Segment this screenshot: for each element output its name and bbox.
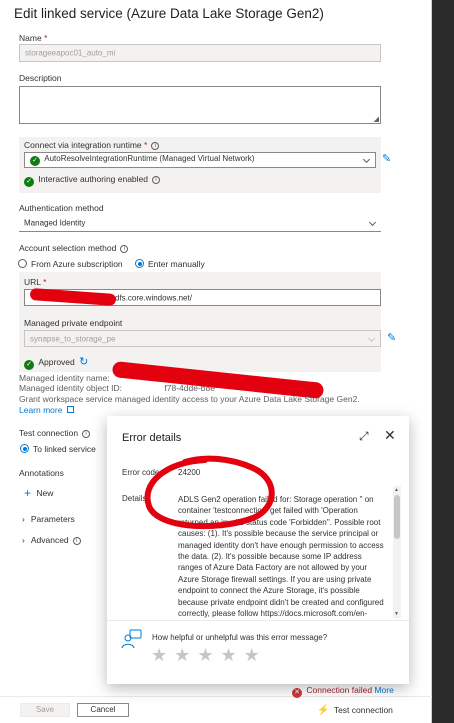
error-details-dialog: Error details ⤢ ✕ Error code 24200 Detai… (107, 416, 409, 684)
auth-value: Managed Identity (24, 218, 86, 228)
plus-icon: + (24, 486, 32, 500)
parameters-section-toggle[interactable]: › Parameters (22, 514, 75, 524)
radio-to-linked-service[interactable]: To linked service (20, 444, 96, 454)
account-selection-label: Account selection method i (19, 243, 129, 253)
radio-button-selected[interactable] (135, 259, 144, 268)
info-icon[interactable]: i (152, 176, 161, 184)
description-label: Description (19, 73, 62, 83)
interactive-authoring-status: ✓ Interactive authoring enabled i (24, 174, 161, 187)
red-annotation-circle (144, 455, 275, 530)
star-rating: ★ ★ ★ ★ ★ (151, 645, 261, 666)
private-endpoint-value: synapse_to_storage_pe (30, 334, 116, 343)
private-endpoint-dropdown[interactable]: synapse_to_storage_pe (24, 330, 381, 347)
error-circle-icon: ✕ (292, 688, 302, 698)
runtime-label: Connect via integration runtime * i (24, 140, 160, 150)
window: Edit linked service (Azure Data Lake Sto… (0, 0, 454, 723)
test-connection-label: Test connection i (19, 428, 91, 438)
radio-button-selected[interactable] (20, 444, 29, 453)
info-icon[interactable]: i (82, 430, 91, 438)
radio-from-subscription[interactable]: From Azure subscription (18, 259, 123, 269)
cancel-button[interactable]: Cancel (77, 703, 129, 717)
radio-enter-manually[interactable]: Enter manually (135, 259, 205, 269)
plug-icon: ⚡ (317, 705, 330, 716)
info-icon[interactable]: i (120, 245, 129, 253)
name-field[interactable]: storageeapoc01_auto_mi (19, 44, 381, 62)
check-circle-icon: ✓ (24, 177, 34, 187)
connection-status: ✕ Connection failed More (292, 685, 394, 698)
scroll-up-icon[interactable]: ▲ (394, 487, 399, 493)
runtime-dropdown[interactable]: ✓ AutoResolveIntegrationRuntime (Managed… (24, 152, 376, 168)
learn-more-link[interactable]: Learn more (19, 405, 74, 415)
panel-title: Edit linked service (Azure Data Lake Sto… (14, 6, 324, 21)
expand-icon[interactable]: ⤢ (359, 429, 369, 444)
description-textarea[interactable]: ◢ (19, 86, 381, 124)
external-link-icon (66, 406, 74, 413)
chevron-down-icon (368, 218, 377, 227)
auth-dropdown[interactable]: Managed Identity (19, 215, 381, 232)
managed-identity-name: Managed identity name: (19, 373, 110, 383)
resize-grip-icon[interactable]: ◢ (374, 115, 379, 123)
more-link[interactable]: More (374, 685, 393, 695)
endpoint-approved-status: ✓ Approved ↻ (24, 355, 88, 370)
radio-button[interactable] (18, 259, 27, 268)
new-annotation-button[interactable]: + New (24, 486, 53, 500)
star-rating-2-icon[interactable]: ★ (174, 645, 191, 666)
star-rating-5-icon[interactable]: ★ (244, 645, 261, 666)
star-rating-1-icon[interactable]: ★ (151, 645, 168, 666)
star-rating-4-icon[interactable]: ★ (220, 645, 237, 666)
test-connection-button[interactable]: ⚡ Test connection (317, 705, 393, 716)
url-value: dfs.core.windows.net/ (115, 293, 192, 302)
chevron-right-icon: › (22, 535, 25, 545)
feedback-question: How helpful or unhelpful was this error … (152, 633, 328, 642)
advanced-section-toggle[interactable]: › Advanced i (22, 535, 81, 545)
runtime-value: AutoResolveIntegrationRuntime (Managed V… (44, 154, 255, 163)
info-icon[interactable]: i (72, 537, 81, 545)
background-strip (432, 0, 454, 723)
dialog-divider (107, 620, 409, 621)
auth-label: Authentication method (19, 203, 104, 213)
star-rating-3-icon[interactable]: ★ (197, 645, 214, 666)
info-icon[interactable]: i (151, 142, 160, 150)
refresh-icon[interactable]: ↻ (79, 356, 88, 368)
scroll-thumb[interactable] (394, 495, 400, 539)
annotations-label: Annotations (19, 468, 64, 478)
close-icon[interactable]: ✕ (384, 427, 396, 444)
scroll-down-icon[interactable]: ▼ (394, 611, 399, 617)
url-label: URL * (24, 277, 47, 287)
private-endpoint-label: Managed private endpoint (24, 318, 123, 328)
chevron-down-icon (362, 155, 371, 164)
check-circle-icon: ✓ (24, 360, 34, 370)
feedback-person-icon (121, 629, 142, 649)
chevron-right-icon: › (22, 514, 25, 524)
edit-endpoint-pencil-icon[interactable]: ✎ (387, 331, 396, 344)
dialog-title: Error details (122, 432, 182, 444)
save-button[interactable]: Save (20, 703, 70, 717)
check-circle-icon: ✓ (30, 156, 40, 166)
name-label: Name * (19, 33, 48, 43)
dialog-scrollbar[interactable]: ▲ ▼ (393, 486, 401, 618)
name-value: storageeapoc01_auto_mi (25, 48, 116, 58)
chevron-down-icon (367, 334, 376, 342)
grant-access-text: Grant workspace service managed identity… (19, 394, 360, 404)
edit-runtime-pencil-icon[interactable]: ✎ (382, 152, 391, 165)
